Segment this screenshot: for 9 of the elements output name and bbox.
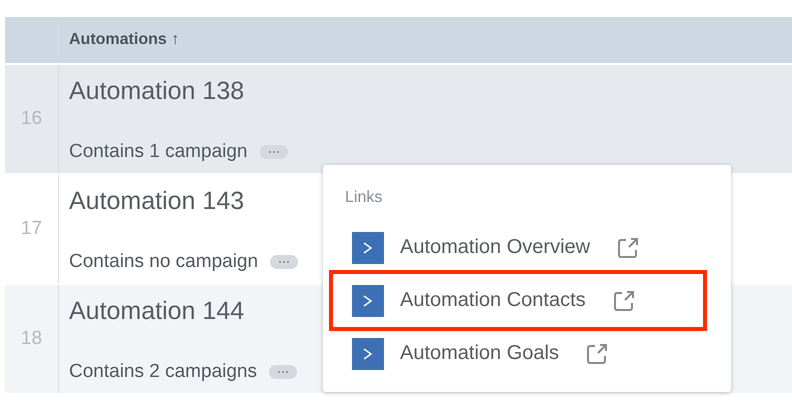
row-number: 18 xyxy=(20,328,42,350)
popup-heading: Links xyxy=(345,189,384,207)
automation-name: Automation 144 xyxy=(69,297,246,326)
campaign-count: Contains no campaign xyxy=(69,251,258,273)
row-number: 17 xyxy=(20,218,42,240)
automation-name: Automation 143 xyxy=(69,187,246,216)
campaign-count: Contains 1 campaign xyxy=(69,141,248,163)
campaign-count: Contains 2 campaigns xyxy=(69,361,257,383)
automation-name: Automation 138 xyxy=(69,77,246,106)
